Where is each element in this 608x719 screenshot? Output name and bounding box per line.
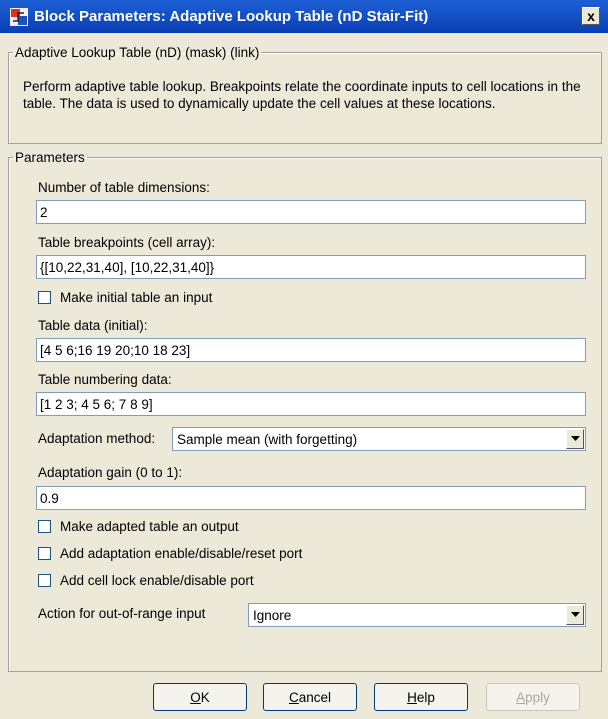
apply-label: pply	[525, 689, 550, 705]
breakpoints-label: Table breakpoints (cell array):	[38, 235, 216, 250]
adapt-method-label: Adaptation method:	[38, 431, 156, 446]
cancel-mnemonic: C	[288, 689, 299, 705]
adapted-table-output-checkbox[interactable]	[38, 520, 51, 533]
close-button[interactable]: x	[582, 7, 600, 25]
dropdown-arrow-icon[interactable]	[566, 605, 584, 625]
block-group-legend: Adaptive Lookup Table (nD) (mask) (link)	[15, 45, 260, 60]
help-button[interactable]: Help	[374, 683, 468, 711]
num-dims-label: Number of table dimensions:	[38, 180, 210, 195]
enable-port-option[interactable]: Add adaptation enable/disable/reset port	[38, 546, 302, 561]
lock-port-option[interactable]: Add cell lock enable/disable port	[38, 573, 254, 588]
window-title: Block Parameters: Adaptive Lookup Table …	[34, 8, 429, 25]
ok-mnemonic: O	[190, 689, 201, 705]
breakpoints-field[interactable]	[36, 255, 586, 279]
help-label: elp	[416, 689, 435, 705]
ok-label: K	[200, 689, 210, 705]
dropdown-arrow-icon[interactable]	[566, 429, 584, 449]
adapt-gain-field[interactable]	[36, 486, 586, 510]
adapted-table-output-label: Make adapted table an output	[60, 519, 239, 534]
cancel-button[interactable]: Cancel	[263, 683, 357, 711]
initial-table-input-checkbox[interactable]	[38, 291, 51, 304]
apply-button[interactable]: Apply	[486, 683, 580, 711]
initial-table-input-label: Make initial table an input	[60, 290, 213, 305]
help-mnemonic: H	[407, 689, 417, 705]
apply-mnemonic: A	[516, 689, 526, 705]
adapt-method-value: Sample mean (with forgetting)	[177, 431, 358, 447]
block-description: Perform adaptive table lookup. Breakpoin…	[23, 79, 581, 111]
enable-port-checkbox[interactable]	[38, 547, 51, 560]
adapted-table-output-option[interactable]: Make adapted table an output	[38, 519, 239, 534]
lock-port-label: Add cell lock enable/disable port	[60, 573, 254, 588]
simulink-icon	[10, 8, 28, 26]
block-description-group: Adaptive Lookup Table (nD) (mask) (link)…	[8, 45, 602, 144]
out-of-range-label: Action for out-of-range input	[38, 606, 206, 621]
enable-port-label: Add adaptation enable/disable/reset port	[60, 546, 303, 561]
ok-button[interactable]: OK	[153, 683, 247, 711]
initial-table-input-option[interactable]: Make initial table an input	[38, 290, 212, 305]
cancel-label: ancel	[298, 689, 332, 705]
lock-port-checkbox[interactable]	[38, 574, 51, 587]
parameters-legend: Parameters	[15, 150, 85, 165]
out-of-range-value: Ignore	[253, 607, 292, 623]
title-bar[interactable]: Block Parameters: Adaptive Lookup Table …	[0, 0, 608, 33]
table-data-label: Table data (initial):	[38, 318, 148, 333]
numbering-field[interactable]	[36, 392, 586, 416]
adapt-gain-label: Adaptation gain (0 to 1):	[38, 465, 183, 480]
out-of-range-select[interactable]: Ignore	[248, 603, 586, 627]
numbering-label: Table numbering data:	[38, 372, 172, 387]
adapt-method-select[interactable]: Sample mean (with forgetting)	[172, 427, 586, 451]
table-data-field[interactable]	[36, 338, 586, 362]
close-icon: x	[587, 8, 595, 24]
num-dims-field[interactable]	[36, 200, 586, 224]
